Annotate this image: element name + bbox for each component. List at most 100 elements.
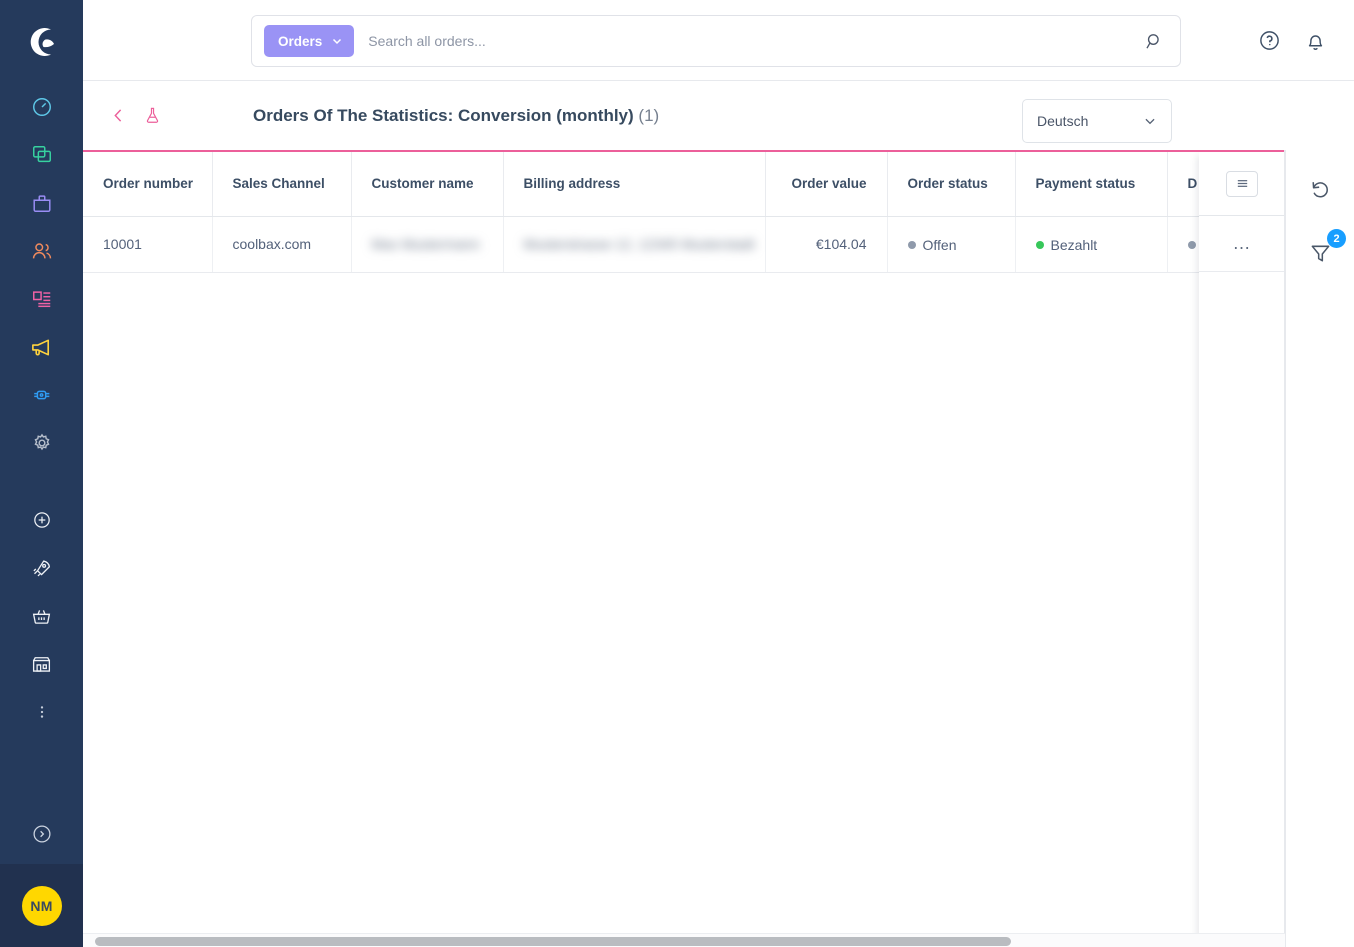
more-vertical-icon bbox=[40, 706, 43, 718]
column-header-order-number[interactable]: Order number bbox=[83, 152, 213, 217]
search-input[interactable] bbox=[354, 33, 1128, 49]
orders-table-region: Order number Sales Channel Customer name… bbox=[83, 150, 1285, 947]
status-dot bbox=[1187, 241, 1196, 249]
column-header-order-value[interactable]: Order value bbox=[765, 152, 888, 217]
status-dot bbox=[907, 240, 916, 249]
sidebar-quick-actions bbox=[0, 496, 83, 736]
sidebar-item-catalogues[interactable] bbox=[0, 131, 83, 179]
table-header-row: Order number Sales Channel Customer name… bbox=[83, 152, 1285, 217]
table-row[interactable]: 10001 coolbax.com Max Mustermann Musters… bbox=[83, 216, 1285, 273]
sidebar-item-add[interactable] bbox=[0, 496, 83, 544]
orders-table-head: Order number Sales Channel Customer name… bbox=[83, 152, 1285, 217]
language-select[interactable]: Deutsch bbox=[1022, 99, 1172, 143]
chevron-down-icon bbox=[1145, 118, 1155, 125]
main-sidebar: NM bbox=[0, 0, 83, 947]
cell-sales-channel: coolbax.com bbox=[212, 216, 352, 273]
refresh-button[interactable] bbox=[1303, 172, 1337, 206]
cell-customer-name: Max Mustermann bbox=[351, 216, 504, 273]
global-search: Orders bbox=[251, 15, 1181, 67]
payment-status-label: Bezahlt bbox=[1050, 236, 1098, 253]
status-badge-order: Offen bbox=[907, 236, 957, 253]
sidebar-item-customers[interactable] bbox=[0, 227, 83, 275]
help-button[interactable] bbox=[1255, 27, 1283, 55]
chevron-right-circle-icon bbox=[32, 825, 51, 843]
row-context-menu-button[interactable]: … bbox=[1199, 216, 1285, 272]
status-badge-payment: Bezahlt bbox=[1035, 236, 1098, 253]
extensions-plug-icon bbox=[33, 390, 49, 400]
search-icon bbox=[1145, 33, 1159, 49]
sidebar-item-extensions[interactable] bbox=[0, 371, 83, 419]
order-status-label: Offen bbox=[922, 236, 957, 253]
back-button[interactable] bbox=[103, 101, 133, 131]
orders-table: Order number Sales Channel Customer name… bbox=[83, 152, 1285, 273]
help-circle-icon bbox=[1259, 31, 1279, 50]
page-title-text: Orders Of The Statistics: Conversion (mo… bbox=[253, 105, 634, 125]
column-header-billing-address[interactable]: Billing address bbox=[503, 152, 766, 217]
sidebar-item-content[interactable] bbox=[0, 275, 83, 323]
language-select-value: Deutsch bbox=[1037, 113, 1089, 129]
cell-order-number: 10001 bbox=[83, 216, 213, 273]
cell-payment-status: Bezahlt bbox=[1015, 216, 1168, 273]
user-avatar-area[interactable]: NM bbox=[0, 864, 83, 947]
orders-table-body: 10001 coolbax.com Max Mustermann Musters… bbox=[83, 216, 1285, 273]
page-header: Orders Of The Statistics: Conversion (mo… bbox=[83, 81, 1354, 150]
cell-order-status: Offen bbox=[887, 216, 1016, 273]
table-side-rail: 2 bbox=[1285, 150, 1354, 947]
horizontal-scrollbar-thumb[interactable] bbox=[95, 937, 1011, 946]
chevron-left-icon bbox=[113, 109, 121, 122]
bell-icon bbox=[1308, 35, 1322, 50]
column-header-customer-name[interactable]: Customer name bbox=[351, 152, 504, 217]
billing-address-redacted: Musterstrasse 12, 12345 Musterstadt bbox=[523, 236, 755, 252]
horizontal-scrollbar-track[interactable] bbox=[83, 933, 1285, 947]
sidebar-item-dashboard[interactable] bbox=[0, 83, 83, 131]
customers-people-icon bbox=[32, 243, 51, 259]
sidebar-item-orders[interactable] bbox=[0, 179, 83, 227]
column-header-payment-status[interactable]: Payment status bbox=[1015, 152, 1168, 217]
main-content: Orders Search all orders... Orders Of Th… bbox=[83, 0, 1354, 947]
sticky-action-column: … bbox=[1199, 152, 1285, 947]
cell-order-value: €104.04 bbox=[765, 216, 888, 273]
column-header-order-status[interactable]: Order status bbox=[887, 152, 1016, 217]
shopware-logo[interactable] bbox=[0, 0, 83, 83]
action-column-header bbox=[1199, 152, 1285, 216]
rocket-icon bbox=[33, 559, 51, 576]
topbar-actions bbox=[1255, 0, 1329, 81]
sidebar-primary-nav bbox=[0, 83, 83, 467]
filter-badge: 2 bbox=[1327, 229, 1346, 248]
expand-sidebar-button[interactable] bbox=[0, 804, 83, 864]
catalogues-copy-icon bbox=[32, 146, 51, 163]
search-scope-button[interactable]: Orders bbox=[264, 25, 355, 57]
basket-icon bbox=[32, 609, 51, 624]
sidebar-item-more[interactable] bbox=[0, 688, 83, 736]
plus-circle-icon bbox=[33, 512, 50, 528]
sidebar-item-basket[interactable] bbox=[0, 592, 83, 640]
sidebar-item-first-run-wizard[interactable] bbox=[0, 544, 83, 592]
column-settings-button[interactable] bbox=[1226, 170, 1258, 197]
marketing-megaphone-icon bbox=[32, 338, 50, 356]
filter-button[interactable]: 2 bbox=[1303, 229, 1346, 270]
content-layout-icon bbox=[32, 291, 50, 308]
status-dot bbox=[1035, 240, 1044, 249]
refresh-undo-icon bbox=[1311, 181, 1328, 197]
column-header-sales-channel[interactable]: Sales Channel bbox=[212, 152, 352, 217]
orders-bag-icon bbox=[32, 195, 51, 212]
page-title-count: (1) bbox=[638, 105, 660, 125]
chevron-down-icon bbox=[333, 38, 342, 45]
customer-name-redacted: Max Mustermann bbox=[371, 236, 480, 252]
app-root: NM Orders Search all orders... Orders Of… bbox=[0, 0, 1354, 947]
flask-experimental-icon bbox=[146, 107, 158, 123]
experimental-feature-button[interactable] bbox=[137, 101, 167, 131]
notifications-button[interactable] bbox=[1301, 27, 1329, 55]
sidebar-item-marketing[interactable] bbox=[0, 323, 83, 371]
dashboard-gauge-icon bbox=[32, 98, 51, 116]
search-scope-label: Orders bbox=[278, 33, 323, 49]
settings-gear-icon bbox=[34, 433, 49, 451]
filter-funnel-icon bbox=[1311, 245, 1329, 261]
top-search-bar: Orders bbox=[83, 0, 1354, 81]
search-submit-button[interactable] bbox=[1128, 32, 1180, 51]
sidebar-item-store[interactable] bbox=[0, 640, 83, 688]
page-title: Orders Of The Statistics: Conversion (mo… bbox=[253, 106, 659, 126]
avatar[interactable]: NM bbox=[21, 885, 62, 926]
sidebar-item-settings[interactable] bbox=[0, 419, 83, 467]
cell-billing-address: Musterstrasse 12, 12345 Musterstadt bbox=[503, 216, 766, 273]
